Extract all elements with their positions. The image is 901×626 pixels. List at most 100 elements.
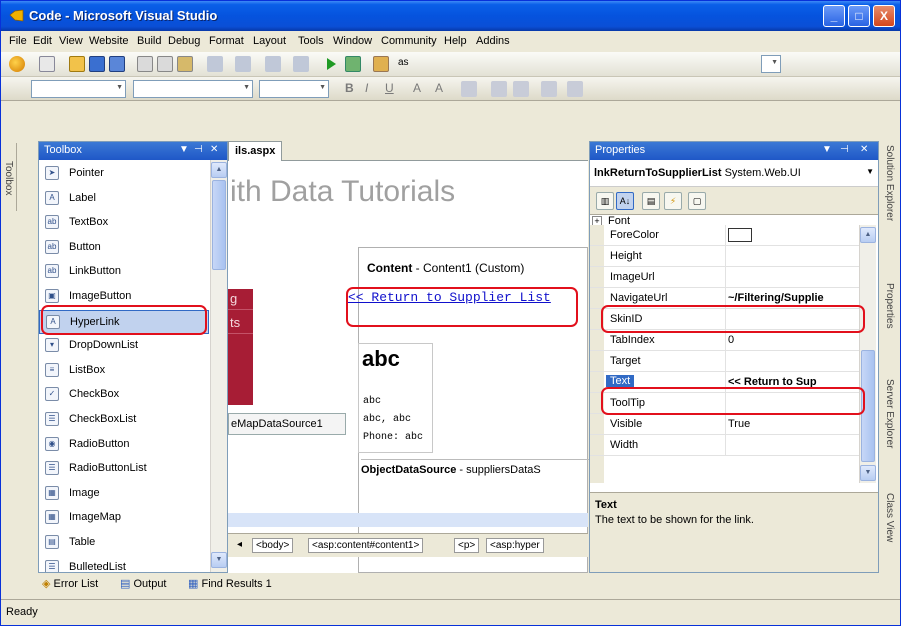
find-in-files-icon[interactable] (345, 56, 361, 72)
block-format-combo[interactable]: ▼ (31, 80, 126, 98)
menu-format[interactable]: Format (209, 35, 244, 47)
auto-hide-pin-icon[interactable]: ⊣ (840, 144, 849, 155)
save-icon[interactable] (89, 56, 105, 72)
font-size-combo[interactable]: ▼ (259, 80, 329, 98)
scroll-down-icon[interactable]: ▼ (860, 465, 876, 481)
toolbox-item-button[interactable]: ab Button (39, 236, 209, 260)
object-selector[interactable]: lnkReturnToSupplierList System.Web.UI ▼ (590, 161, 878, 187)
start-debugging-icon[interactable] (323, 56, 339, 72)
add-item-icon[interactable] (39, 56, 55, 72)
menu-addins[interactable]: Addins (476, 35, 510, 47)
toolbox-item-imagemap[interactable]: ▦ ImageMap (39, 506, 209, 530)
outdent-icon[interactable] (541, 81, 557, 97)
numbered-list-icon[interactable] (491, 81, 507, 97)
toolbox-item-textbox[interactable]: ab TextBox (39, 211, 209, 235)
property-row-imageurl[interactable]: ImageUrl (590, 267, 860, 288)
toolbox-item-table[interactable]: ▤ Table (39, 531, 209, 555)
underline-button[interactable]: U (385, 81, 394, 95)
solution-explorer-tab[interactable]: Solution Explorer (884, 145, 895, 221)
properties-scrollbar[interactable]: ▲ ▼ (859, 225, 876, 483)
close-icon[interactable]: ✕ (210, 144, 218, 155)
menu-layout[interactable]: Layout (253, 35, 286, 47)
toolbox-autohide-tab[interactable]: Toolbox (1, 143, 17, 211)
property-row-target[interactable]: Target (590, 351, 860, 372)
menu-file[interactable]: File (9, 35, 27, 47)
property-row-forecolor[interactable]: ForeColor (590, 225, 860, 246)
property-value[interactable]: True (728, 418, 858, 430)
error-list-tab[interactable]: ◈ Error List (42, 577, 98, 590)
toolbox-item-linkbutton[interactable]: ab LinkButton (39, 260, 209, 284)
save-all-icon[interactable] (109, 56, 125, 72)
forecolor-button[interactable]: A (413, 81, 421, 95)
menu-community[interactable]: Community (381, 35, 437, 47)
property-row-tabindex[interactable]: TabIndex 0 (590, 330, 860, 351)
toolbox-item-label[interactable]: A Label (39, 187, 209, 211)
crumb-body[interactable]: <body> (252, 538, 294, 553)
toolbox-scrollbar[interactable]: ▲ ▼ (210, 160, 227, 572)
property-value[interactable]: ~/Filtering/Supplie (728, 292, 858, 304)
crumb-p[interactable]: <p> (454, 538, 480, 553)
window-position-icon[interactable]: ▼ (179, 144, 189, 155)
scroll-up-icon[interactable]: ▲ (860, 227, 876, 243)
bold-button[interactable]: B (345, 81, 354, 95)
property-pages-icon[interactable]: ▢ (688, 192, 706, 210)
find-results-tab[interactable]: ▦ Find Results 1 (188, 577, 272, 590)
new-project-icon[interactable] (9, 56, 25, 72)
menu-tools[interactable]: Tools (298, 35, 324, 47)
chevron-left-icon[interactable]: ◂ (234, 538, 245, 551)
italic-button[interactable]: I (365, 81, 368, 95)
server-explorer-tab[interactable]: Server Explorer (884, 379, 895, 448)
close-button[interactable]: X (873, 5, 895, 27)
toolbox-item-listbox[interactable]: ≡ ListBox (39, 359, 209, 383)
toolbox-item-image[interactable]: ▦ Image (39, 482, 209, 506)
backcolor-button[interactable]: A (435, 81, 443, 95)
crumb-content[interactable]: <asp:content#content1> (308, 538, 424, 553)
menu-window[interactable]: Window (333, 35, 372, 47)
alphabetical-icon[interactable]: A↓ (616, 192, 634, 210)
navigate-forward-icon[interactable] (293, 56, 309, 72)
menu-build[interactable]: Build (137, 35, 161, 47)
scroll-up-icon[interactable]: ▲ (211, 162, 227, 178)
find-combo[interactable]: as (395, 55, 455, 73)
toolbox-item-checkboxlist[interactable]: ☰ CheckBoxList (39, 408, 209, 432)
class-view-tab[interactable]: Class View (884, 493, 895, 542)
undo-icon[interactable] (207, 56, 223, 72)
navigate-back-icon[interactable] (265, 56, 281, 72)
bullet-list-icon[interactable] (513, 81, 529, 97)
menu-debug[interactable]: Debug (168, 35, 200, 47)
indent-icon[interactable] (567, 81, 583, 97)
scroll-down-icon[interactable]: ▼ (211, 552, 227, 568)
toolbox-item-radiobutton[interactable]: ◉ RadioButton (39, 433, 209, 457)
properties-tab[interactable]: Properties (884, 283, 895, 329)
scroll-thumb[interactable] (212, 180, 226, 270)
restore-button[interactable]: □ (848, 5, 870, 27)
properties-view-icon[interactable]: ▤ (642, 192, 660, 210)
close-icon[interactable]: ✕ (860, 144, 868, 155)
document-tab[interactable]: ils.aspx (228, 141, 283, 161)
window-position-icon[interactable]: ▼ (822, 144, 832, 155)
designer-scrollbar[interactable] (228, 513, 588, 527)
property-row-width[interactable]: Width (590, 435, 860, 456)
minimize-button[interactable]: _ (823, 5, 845, 27)
justify-icon[interactable] (461, 81, 477, 97)
property-value[interactable]: 0 (728, 334, 858, 346)
color-swatch[interactable] (728, 228, 752, 242)
objectdatasource-control[interactable]: ObjectDataSource - suppliersDataS (361, 459, 589, 476)
redo-icon[interactable] (235, 56, 251, 72)
toolbox-item-dropdownlist[interactable]: ▾ DropDownList (39, 334, 209, 358)
sitemap-datasource-control[interactable]: eMapDataSource1 (228, 413, 346, 435)
toolbox-item-radiobuttonlist[interactable]: ☰ RadioButtonList (39, 457, 209, 481)
crumb-hyperlink[interactable]: <asp:hyper (486, 538, 544, 553)
open-folder-icon[interactable] (69, 56, 85, 72)
toolbox-item-checkbox[interactable]: ✓ CheckBox (39, 383, 209, 407)
menu-help[interactable]: Help (444, 35, 467, 47)
menu-website[interactable]: Website (89, 35, 129, 47)
categorized-icon[interactable]: ▥ (596, 192, 614, 210)
cut-icon[interactable] (137, 56, 153, 72)
font-name-combo[interactable]: ▼ (133, 80, 253, 98)
menu-edit[interactable]: Edit (33, 35, 52, 47)
menu-view[interactable]: View (59, 35, 83, 47)
auto-hide-pin-icon[interactable]: ⊣ (194, 144, 203, 155)
paste-icon[interactable] (177, 56, 193, 72)
toolbox-item-bulletedlist[interactable]: ☰ BulletedList (39, 556, 209, 572)
